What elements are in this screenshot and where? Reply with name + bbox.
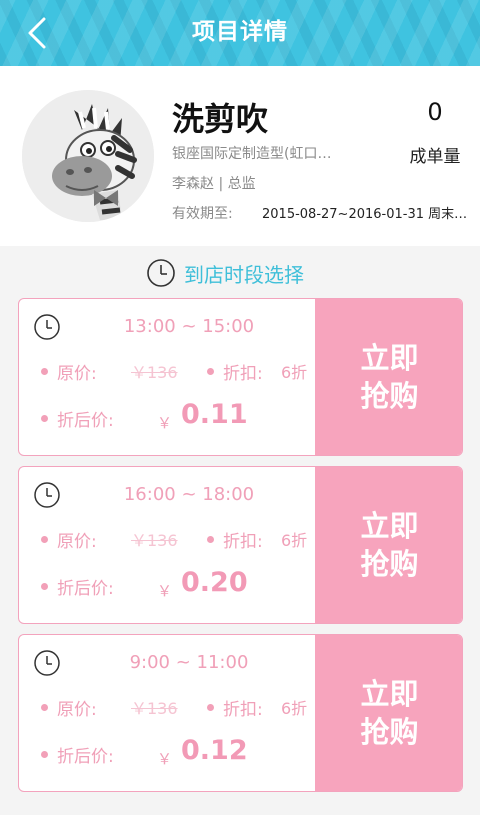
original-price: ￥136 [131,699,178,718]
buy-now-button[interactable]: 立即抢购 [315,299,462,455]
staff-info: 李森赵 | 总监 [172,176,256,192]
clock-icon [147,259,175,287]
time-slot-card: 9:00 ~ 11:00 原价: ￥136 折扣: 6折 折后价: ￥ 0.12… [18,634,463,792]
discount-label: 折扣: [223,700,263,720]
currency-symbol: ￥ [157,414,173,432]
original-price: ￥136 [131,531,178,550]
buy-now-button[interactable]: 立即抢购 [315,467,462,623]
slot-time: 9:00 ~ 11:00 [129,652,249,673]
bullet-dot [41,704,48,711]
original-price-label: 原价: [57,700,97,720]
slot-time: 13:00 ~ 15:00 [123,316,255,337]
clock-icon [34,314,60,340]
profile-card: 洗剪吹 银座国际定制造型(虹口… 李森赵 | 总监 有效期至: 2015-08-… [0,66,480,246]
bullet-dot [207,368,214,375]
currency-symbol: ￥ [157,750,173,768]
bullet-dot [41,751,48,758]
discount-value: 6折 [281,531,308,550]
header-bar: 项目详情 [0,0,480,66]
avatar [22,90,154,222]
slot-time: 16:00 ~ 18:00 [123,484,255,505]
final-price: 0.20 [181,567,248,598]
discount-label: 折扣: [223,364,263,384]
buy-now-label: 立即抢购 [360,677,419,749]
section-title: 到店时段选择 [184,263,304,287]
service-name: 洗剪吹 [172,100,269,138]
bullet-dot [207,704,214,711]
bullet-dot [41,415,48,422]
final-price-label: 折后价: [57,411,114,431]
zebra-avatar-icon [22,90,154,222]
final-price: 0.11 [181,399,248,430]
original-price-label: 原价: [57,532,97,552]
buy-now-label: 立即抢购 [360,341,419,413]
final-price-label: 折后价: [57,579,114,599]
discount-value: 6折 [281,363,308,382]
shop-address: 银座国际定制造型(虹口… [172,146,332,162]
discount-value: 6折 [281,699,308,718]
bullet-dot [41,536,48,543]
validity-label: 有效期至: [172,206,233,222]
original-price-label: 原价: [57,364,97,384]
discount-label: 折扣: [223,532,263,552]
buy-now-button[interactable]: 立即抢购 [315,635,462,791]
currency-symbol: ￥ [157,582,173,600]
clock-icon [34,650,60,676]
bullet-dot [41,583,48,590]
bullet-dot [41,368,48,375]
order-count-label: 成单量 [409,147,461,167]
time-slot-card: 13:00 ~ 15:00 原价: ￥136 折扣: 6折 折后价: ￥ 0.1… [18,298,463,456]
time-slot-card: 16:00 ~ 18:00 原价: ￥136 折扣: 6折 折后价: ￥ 0.2… [18,466,463,624]
time-slot-section-header: 到店时段选择 [0,256,480,290]
validity-value: 2015-08-27~2016-01-31 周末… [262,207,468,222]
page-title: 项目详情 [192,19,288,45]
final-price-label: 折后价: [57,747,114,767]
order-count: 0 [427,98,443,126]
final-price: 0.12 [181,735,248,766]
clock-icon [34,482,60,508]
bullet-dot [207,536,214,543]
original-price: ￥136 [131,363,178,382]
buy-now-label: 立即抢购 [360,509,419,581]
